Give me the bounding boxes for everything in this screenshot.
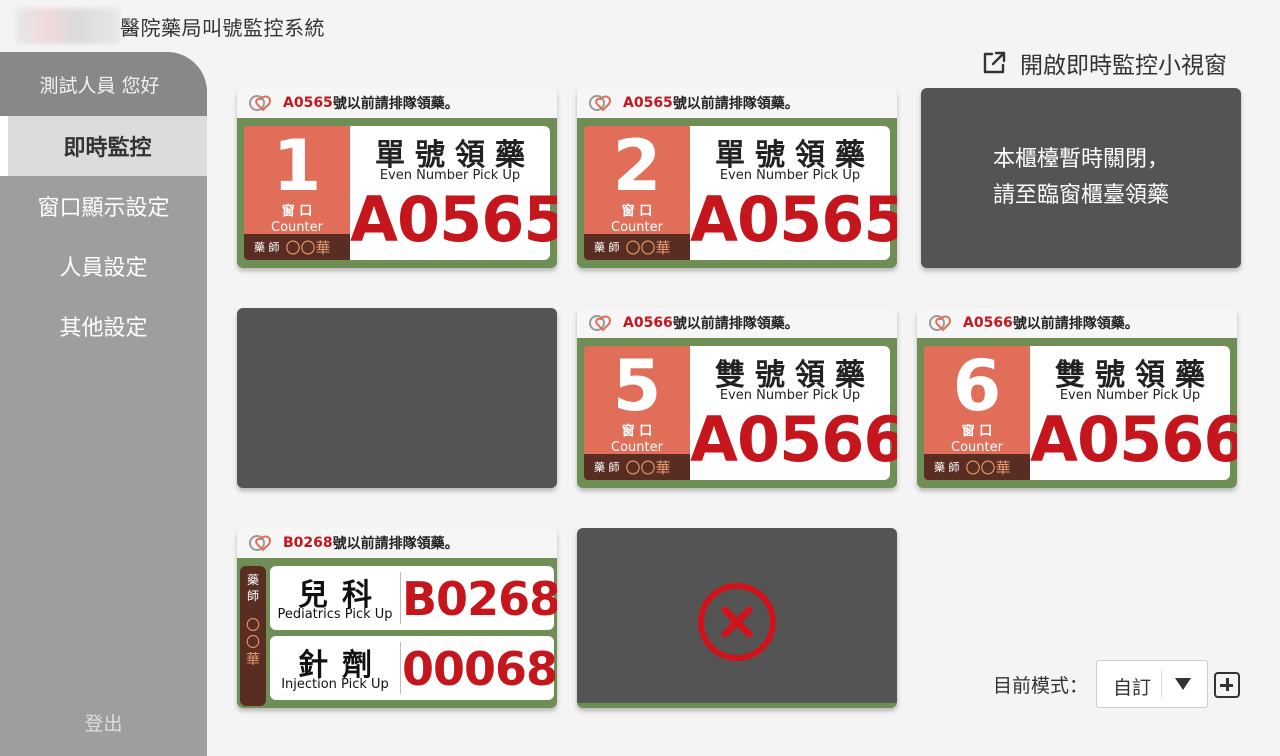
hospital-logo-icon [589,315,611,332]
sidebar: 測試人員 您好 即時監控 窗口顯示設定 人員設定 其他設定 登出 [0,52,207,756]
counter-panel: 6 窗 口 Counter 藥 師〇〇華 [924,346,1030,480]
sidebar-item-window-display-settings[interactable]: 窗口顯示設定 [0,176,207,236]
sidebar-item-other-settings[interactable]: 其他設定 [0,296,207,356]
injection-number: 00068 [402,642,557,696]
pickup-type-en: Even Number Pick Up [1059,388,1201,403]
add-square-icon[interactable] [1214,672,1240,698]
counter-label-en: Counter [611,220,663,235]
sidebar-item-staff-settings[interactable]: 人員設定 [0,236,207,296]
counter-card-6[interactable]: A0566 號以前請排隊領藥。 6 窗 口 Counter 藥 師〇〇華 雙號領藥… [917,308,1237,488]
notice-text: 號以前請排隊領藥。 [332,536,459,552]
pharmacist-name: 〇〇華 [625,238,671,257]
pharmacist-name: 〇〇華 [965,458,1011,477]
counter-card-3-closed[interactable]: 本櫃檯暫時關閉， 請至臨窗櫃臺領藥 [921,88,1241,268]
hospital-logo-icon [249,535,271,552]
current-number: A0565 [690,183,897,256]
counter-card-2[interactable]: A0565 號以前請排隊領藥。 2 窗 口 Counter 藥 師〇〇華 單號領藥… [577,88,897,268]
close-circle-icon [698,583,776,661]
logout-link[interactable]: 登出 [0,709,207,736]
notice-text: 號以前請排隊領藥。 [332,96,459,112]
notice-number: A0566 [963,315,1013,331]
pharmacist-bar: 藥 師〇〇華 [584,234,690,260]
counter-label-en: Counter [271,220,323,235]
system-title: 醫院藥局叫號監控系統 [120,16,325,40]
pharmacist-bar: 藥 師〇〇華 [924,454,1030,480]
counter-card-7-pediatrics[interactable]: B0268 號以前請排隊領藥。 藥 師 〇 〇 華 兒科 Pediatrics P… [237,528,557,708]
pharmacist-bar: 藥 師〇〇華 [584,454,690,480]
counter-label: 窗 口 [281,204,313,219]
open-monitor-window-link[interactable]: 開啟即時監控小視窗 [980,46,1227,80]
caret-down-icon [1175,678,1192,690]
current-number: A0565 [350,183,557,256]
pediatrics-row: 兒科 Pediatrics Pick Up B0268 [270,566,557,630]
pharmacist-name: 〇〇華 [625,458,671,477]
counter-card-1[interactable]: A0565 號以前請排隊領藥。 1 窗 口 Counter 藥 師〇〇華 單號領藥… [237,88,557,268]
pickup-panel: 雙號領藥 Even Number Pick Up A0566 [1030,346,1237,480]
queue-notice: A0566 號以前請排隊領藥。 [577,308,897,338]
counter-card-5[interactable]: A0566 號以前請排隊領藥。 5 窗 口 Counter 藥 師〇〇華 雙號領藥… [577,308,897,488]
pharmacist-bar: 藥 師 〇 〇 華 [240,566,266,706]
counter-label-en: Counter [951,440,1003,455]
counter-number: 5 [612,346,662,427]
pediatrics-number: B0268 [402,572,557,626]
pickup-type-en: Even Number Pick Up [719,388,861,403]
counter-card-4-empty[interactable] [237,308,557,488]
notice-number: A0566 [623,315,673,331]
pickup-panel: 單號領藥 Even Number Pick Up A0565 [690,126,897,260]
notice-number: A0565 [623,95,673,111]
open-monitor-label: 開啟即時監控小視窗 [1020,53,1227,79]
injection-label-en: Injection Pick Up [281,677,389,692]
hospital-logo [16,8,120,44]
pickup-panel: 雙號領藥 Even Number Pick Up A0566 [690,346,897,480]
pharmacist-bar: 藥 師〇〇華 [244,234,350,260]
notice-text: 號以前請排隊領藥。 [672,316,799,332]
mode-label: 目前模式： [993,674,1089,697]
queue-notice: A0565 號以前請排隊領藥。 [577,88,897,118]
counter-label: 窗 口 [621,424,653,439]
sidebar-item-live-monitor[interactable]: 即時監控 [0,116,207,176]
queue-notice: A0566 號以前請排隊領藥。 [917,308,1237,338]
counter-label: 窗 口 [621,204,653,219]
hospital-logo-icon [929,315,951,332]
queue-notice: B0268 號以前請排隊領藥。 [237,528,557,558]
counter-number: 2 [612,126,662,207]
mode-selector-group: 目前模式： 自訂 [993,660,1209,708]
notice-number: B0268 [283,535,333,551]
injection-row: 針劑 Injection Pick Up 00068 [270,636,557,700]
mode-select[interactable]: 自訂 [1096,660,1209,708]
counter-panel: 2 窗 口 Counter 藥 師〇〇華 [584,126,690,260]
counter-label: 窗 口 [961,424,993,439]
notice-number: A0565 [283,95,333,111]
counter-number: 1 [272,126,322,207]
pickup-panel: 單號領藥 Even Number Pick Up A0565 [350,126,557,260]
external-link-icon [983,51,1006,74]
notice-text: 號以前請排隊領藥。 [672,96,799,112]
pediatrics-label-en: Pediatrics Pick Up [277,607,393,622]
hospital-logo-icon [249,95,271,112]
current-number: A0566 [690,403,897,476]
pickup-type-en: Even Number Pick Up [719,168,861,183]
current-number: A0566 [1030,403,1237,476]
closed-message: 本櫃檯暫時關閉， 請至臨窗櫃臺領藥 [992,147,1169,208]
pharmacist-name: 〇〇華 [285,238,331,257]
app-header: 醫院藥局叫號監控系統 [0,0,1280,50]
mode-select-value: 自訂 [1113,677,1152,699]
counter-card-8-error[interactable] [577,528,897,708]
hospital-logo-icon [589,95,611,112]
counter-number: 6 [952,346,1002,427]
user-greeting: 測試人員 您好 [0,52,207,116]
counter-panel: 1 窗 口 Counter 藥 師〇〇華 [244,126,350,260]
counter-panel: 5 窗 口 Counter 藥 師〇〇華 [584,346,690,480]
pickup-type-en: Even Number Pick Up [379,168,521,183]
notice-text: 號以前請排隊領藥。 [1012,316,1139,332]
queue-notice: A0565 號以前請排隊領藥。 [237,88,557,118]
counter-label-en: Counter [611,440,663,455]
